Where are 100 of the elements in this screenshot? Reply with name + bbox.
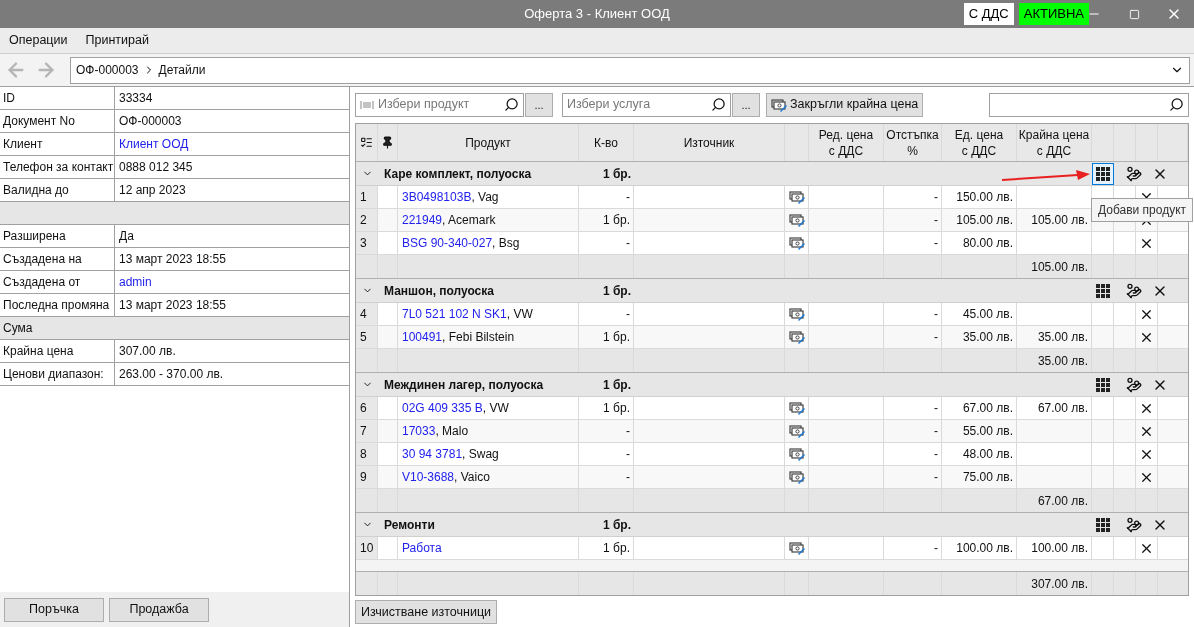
product-link[interactable]: 7L0 521 102 N SK1 [402,305,507,323]
product-brand: , VW [482,400,509,417]
group-quantity: 1 бр. [602,517,631,532]
field-label: Създадена от [3,274,81,291]
discount-cell-text: - [934,306,938,323]
field-value: 13 март 2023 18:55 [119,251,226,268]
discount-cell-text: - [934,540,938,557]
row-number: 10 [360,540,374,557]
field-link[interactable]: admin [119,273,152,291]
product-brand: , Swag [462,446,499,463]
discount-cell-text: - [934,329,938,346]
unit-price-cell-text: 100.00 лв. [956,540,1013,557]
product-link[interactable]: Работа [402,539,442,557]
field-label: Крайна цена [3,343,74,360]
grand-total-cell-text: 307.00 лв. [1031,575,1088,593]
field-value: 263.00 - 370.00 лв. [119,366,224,383]
unit-price-cell-text: 55.00 лв. [962,423,1013,440]
search-field[interactable]: Избери услуга [562,92,731,117]
quantity-cell-text: 1 бр. [603,540,630,557]
field-value: 0888 012 345 [119,159,193,176]
quantity-cell-text: 1 бр. [603,212,630,229]
quantity-cell-text: - [626,469,630,486]
product-brand: , Vag [471,189,499,206]
product-brand: , VW [506,306,533,323]
unit-price-cell-text: 105.00 лв. [956,212,1013,229]
row-number: 9 [360,469,367,486]
unit-price-cell-text: 48.00 лв. [962,446,1013,463]
column-header: Източник [683,134,735,151]
field-value: 307.00 лв. [119,343,176,360]
discount-cell-text: - [934,235,938,252]
final-price-cell-text: 35.00 лв. [1037,329,1088,346]
breadcrumb-item[interactable]: Детайли [158,61,206,79]
field-label: Телефон за контакт [3,159,114,176]
unit-price-cell-text: 80.00 лв. [962,235,1013,252]
search-input[interactable]: Избери продукт [378,95,500,114]
field-label: Разширена [3,228,66,245]
group-name: Ремонти [384,517,435,532]
quantity-cell-text: - [626,235,630,252]
discount-cell-text: - [934,469,938,486]
action-button[interactable]: Продажба [109,597,209,622]
round-price-button[interactable]: Закръгли крайна цена [766,92,924,117]
discount-cell-text: - [934,400,938,417]
clear-sources-button[interactable]: Изчистване източници [355,600,498,624]
group-name: Каре комплект, полуоска [384,166,532,181]
field-value: 33334 [119,90,153,107]
field-label: ID [3,90,15,107]
group-name: Маншон, полуоска [384,283,494,298]
product-brand: , Acemark [442,212,496,229]
group-quantity: 1 бр. [602,377,631,392]
quantity-cell-text: - [626,189,630,206]
row-number: 4 [360,306,367,323]
row-number: 1 [360,189,367,206]
subtotal-cell-text: 105.00 лв. [1031,258,1088,276]
subtotal-cell-text: 67.00 лв. [1037,492,1088,510]
group-quantity: 1 бр. [602,166,631,181]
column-header: Продукт [465,134,511,151]
row-number: 6 [360,400,367,417]
discount-cell-text: - [934,212,938,229]
quantity-cell-text: 1 бр. [603,329,630,346]
discount-cell-text: - [934,423,938,440]
field-value: 13 март 2023 18:55 [119,297,226,314]
discount-cell-text: - [934,189,938,206]
window-title: Оферта 3 - Клиент ООД [524,5,670,24]
unit-price-cell-text: 67.00 лв. [962,400,1013,417]
breadcrumb-item[interactable]: ОФ-000003 [76,61,139,79]
product-link[interactable]: 02G 409 335 B [402,399,483,417]
field-label: Създадена на [3,251,82,268]
row-number: 8 [360,446,367,463]
row-number: 5 [360,329,367,346]
row-number: 7 [360,423,367,440]
action-button[interactable]: Поръчка [4,597,104,622]
product-brand: , Vaico [454,469,490,486]
field-label: Клиент [3,136,43,153]
column-header: Ред. цена с ДДС [818,126,874,159]
final-price-cell-text: 67.00 лв. [1037,400,1088,417]
column-header: К-во [594,134,618,151]
search-field[interactable]: Избери продукт [355,92,524,117]
status-badge: С ДДС [963,3,1014,25]
row-number: 2 [360,212,367,229]
field-link[interactable]: Клиент ООД [119,135,189,153]
breadcrumb-bar[interactable]: ОФ-000003 Детайли [70,56,1190,84]
product-brand: , Bsg [492,235,520,252]
menu-item[interactable]: Принтирай [76,28,158,53]
quantity-cell-text: - [626,306,630,323]
product-brand: , Malo [435,423,469,440]
column-header: Крайна цена с ДДС [1018,126,1090,159]
unit-price-cell-text: 75.00 лв. [962,469,1013,486]
unit-price-cell-text: 150.00 лв. [956,189,1013,206]
column-header: Отстъпка % [886,126,939,159]
quantity-cell-text: 1 бр. [603,400,630,417]
more-button[interactable]: ... [732,92,760,117]
section-header: Сума [3,320,33,337]
product-link[interactable]: 221949 [402,211,443,229]
more-button[interactable]: ... [525,92,553,117]
unit-price-cell-text: 35.00 лв. [962,329,1013,346]
search-input[interactable]: Избери услуга [567,95,707,114]
product-link[interactable]: BSG 90-340-027 [402,234,493,252]
field-label: Ценови диапазон: [3,366,104,383]
unit-price-cell-text: 45.00 лв. [962,306,1013,323]
menu-item[interactable]: Операции [0,28,77,53]
